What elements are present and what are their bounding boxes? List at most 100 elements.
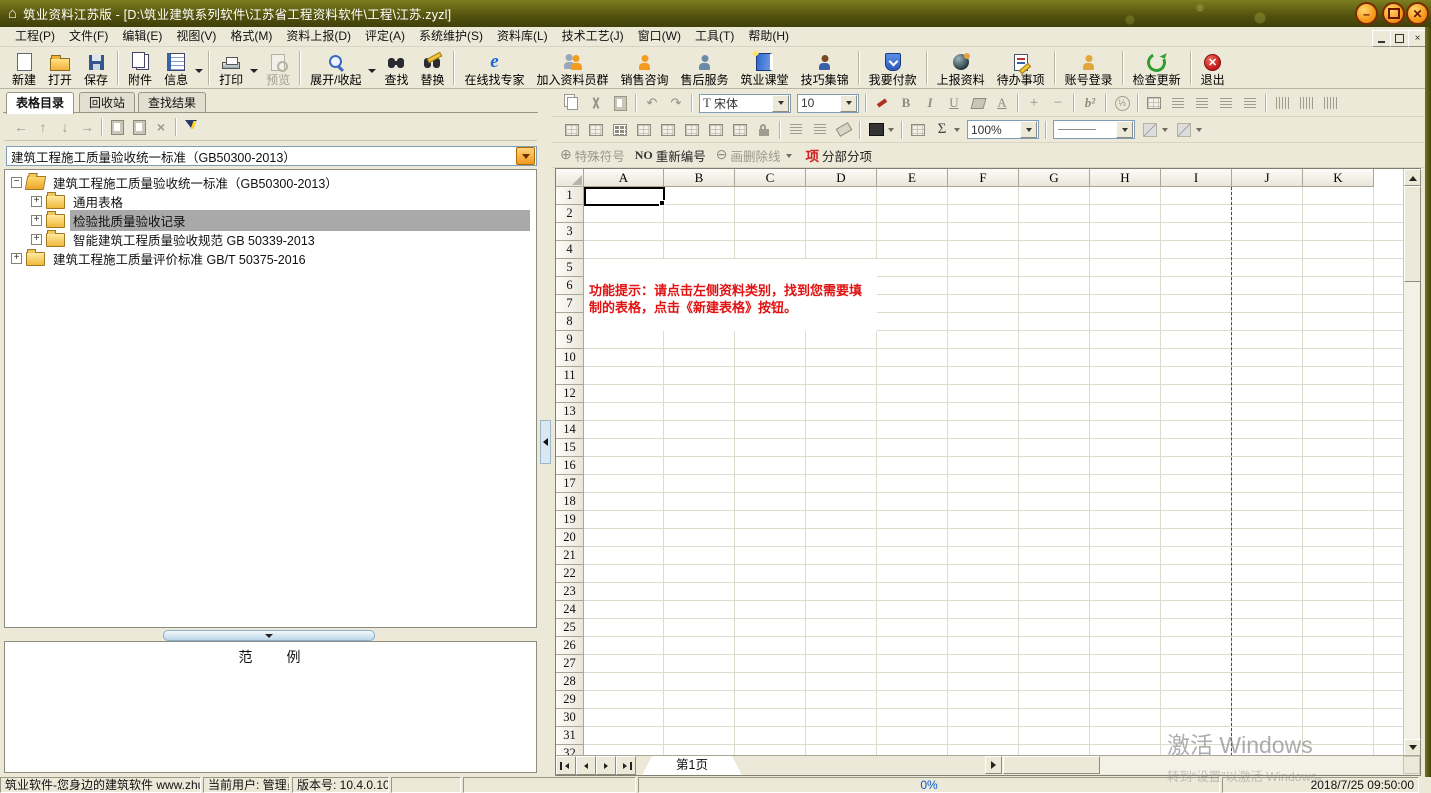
row-header[interactable]: 15	[556, 439, 584, 457]
upload-data-button[interactable]: 上报资料	[931, 48, 991, 88]
row-header[interactable]: 31	[556, 727, 584, 745]
move-right-button[interactable]: →	[76, 117, 98, 138]
filter-button[interactable]	[180, 117, 202, 138]
row-header[interactable]: 24	[556, 601, 584, 619]
menu-item[interactable]: 技术工艺(J)	[555, 27, 631, 46]
column-header[interactable]: E	[877, 169, 948, 187]
row-header[interactable]: 8	[556, 313, 584, 331]
special-symbol-button[interactable]: ⊕ 特殊符号	[560, 146, 625, 165]
font-name-combobox[interactable]: T 宋体	[699, 94, 791, 113]
select-table-button[interactable]	[608, 120, 632, 140]
move-down-button[interactable]: ↓	[54, 117, 76, 138]
next-sheet-button[interactable]	[596, 756, 616, 775]
move-table-button[interactable]	[704, 120, 728, 140]
row-header[interactable]: 20	[556, 529, 584, 547]
selected-cell-a1[interactable]	[584, 187, 665, 206]
row-header[interactable]: 16	[556, 457, 584, 475]
tree-item[interactable]: 建筑工程施工质量验收统一标准（GB50300-2013）	[5, 173, 536, 192]
check-update-button[interactable]: 检查更新	[1127, 48, 1187, 88]
menu-item[interactable]: 评定(A)	[358, 27, 412, 46]
cell-form-button[interactable]	[1142, 93, 1166, 113]
info-button[interactable]: 信息	[158, 48, 194, 88]
tree-item-selected[interactable]: 检验批质量验收记录	[5, 211, 536, 230]
row-header[interactable]: 3	[556, 223, 584, 241]
insert-cell-button[interactable]	[560, 120, 584, 140]
first-sheet-button[interactable]	[556, 756, 576, 775]
new-button[interactable]: 新建	[6, 48, 42, 88]
undo-button[interactable]: ↶	[640, 93, 664, 113]
column-header[interactable]: I	[1161, 169, 1232, 187]
dropdown-arrow-icon[interactable]	[250, 69, 258, 77]
expand-icon[interactable]	[11, 253, 22, 264]
row-header[interactable]: 26	[556, 637, 584, 655]
open-button[interactable]: 打开	[42, 48, 78, 88]
cell-area[interactable]: 功能提示：请点击左侧资料类别，找到您需要填 制的表格，点击《新建表格》按钮。	[584, 187, 1403, 756]
scroll-up-button[interactable]	[1404, 169, 1421, 186]
scroll-right-button[interactable]	[985, 756, 1002, 774]
strikeline-button[interactable]: ⊖ 画删除线	[716, 146, 796, 165]
maximize-button[interactable]	[1382, 2, 1405, 25]
paste-special-button[interactable]	[128, 117, 150, 138]
menu-item[interactable]: 系统维护(S)	[412, 27, 490, 46]
lock-button[interactable]	[752, 120, 776, 140]
increase-row-spacing-button[interactable]	[784, 120, 808, 140]
cut-button[interactable]	[584, 93, 608, 113]
superscript-button[interactable]: b²	[1078, 93, 1102, 113]
tree-item[interactable]: 建筑工程施工质量评价标准 GB/T 50375-2016	[5, 249, 536, 268]
expand-icon[interactable]	[31, 234, 42, 245]
combobox-dropdown-button[interactable]	[840, 95, 857, 112]
fill-color-button[interactable]	[966, 93, 990, 113]
font-size-combobox[interactable]: 10	[797, 94, 859, 113]
combobox-dropdown-button[interactable]	[1020, 121, 1037, 138]
row-header[interactable]: 7	[556, 295, 584, 313]
zhuye-class-button[interactable]: 筑业课堂	[735, 48, 795, 88]
todo-button[interactable]: 待办事项	[991, 48, 1051, 88]
align-center-button[interactable]	[1190, 93, 1214, 113]
menu-item[interactable]: 窗口(W)	[631, 27, 688, 46]
delete-button[interactable]: ×	[150, 117, 172, 138]
row-header[interactable]: 29	[556, 691, 584, 709]
cell-format-button[interactable]	[906, 120, 930, 140]
increase-size-button[interactable]: +	[1022, 93, 1046, 113]
eraser-button[interactable]	[832, 120, 856, 140]
row-header[interactable]: 2	[556, 205, 584, 223]
paste-button[interactable]	[106, 117, 128, 138]
splitter-collapse-handle[interactable]	[540, 420, 551, 464]
online-expert-button[interactable]: e在线找专家	[458, 48, 530, 88]
row-header[interactable]: 11	[556, 367, 584, 385]
sum-button[interactable]: Σ	[930, 120, 954, 140]
menu-item[interactable]: 格式(M)	[223, 27, 279, 46]
align-left-button[interactable]	[1166, 93, 1190, 113]
combobox-dropdown-button[interactable]	[516, 147, 535, 165]
row-header[interactable]: 21	[556, 547, 584, 565]
delete-cell-button[interactable]	[584, 120, 608, 140]
scroll-down-button[interactable]	[1404, 739, 1421, 756]
horizontal-scrollbar[interactable]	[985, 756, 1403, 774]
mdi-restore-button[interactable]	[1390, 30, 1409, 47]
split-vertical-button[interactable]	[680, 120, 704, 140]
column-header[interactable]: B	[664, 169, 735, 187]
horizontal-splitter-handle[interactable]	[163, 630, 375, 641]
row-header[interactable]: 30	[556, 709, 584, 727]
italic-button[interactable]: I	[918, 93, 942, 113]
menu-item[interactable]: 视图(V)	[169, 27, 223, 46]
decrease-row-spacing-button[interactable]	[808, 120, 832, 140]
expand-collapse-button[interactable]: 展开/收起	[304, 48, 367, 88]
column-header[interactable]: A	[584, 169, 664, 187]
print-button[interactable]: 打印	[213, 48, 249, 88]
merge-cell-button[interactable]	[656, 120, 680, 140]
row-header[interactable]: 19	[556, 511, 584, 529]
row-header[interactable]: 28	[556, 673, 584, 691]
split-cell-button[interactable]	[632, 120, 656, 140]
font-color-button[interactable]: A	[990, 93, 1014, 113]
row-header[interactable]: 17	[556, 475, 584, 493]
copy-button[interactable]	[560, 93, 584, 113]
column-header[interactable]: C	[735, 169, 806, 187]
vertical-text-right-button[interactable]	[1318, 93, 1342, 113]
format-painter-button[interactable]	[870, 93, 894, 113]
tree-item[interactable]: 智能建筑工程质量验收规范 GB 50339-2013	[5, 230, 536, 249]
menu-item[interactable]: 文件(F)	[62, 27, 115, 46]
row-header[interactable]: 25	[556, 619, 584, 637]
mdi-minimize-button[interactable]	[1372, 30, 1391, 47]
horizontal-scrollbar-thumb[interactable]	[1003, 756, 1100, 774]
